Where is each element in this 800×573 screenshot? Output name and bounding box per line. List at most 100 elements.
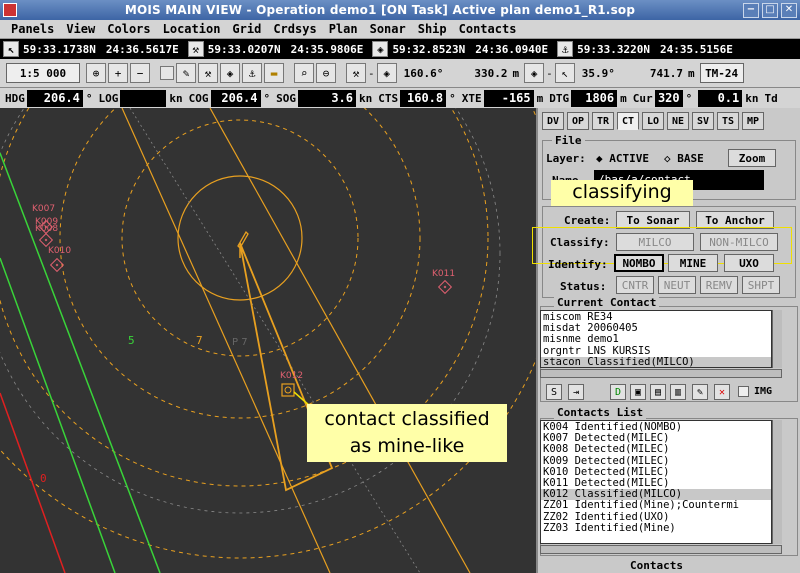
cur-speed: 0.1	[698, 89, 743, 107]
delete-x-icon[interactable]: ✕	[714, 384, 730, 400]
status-cntr-button[interactable]: CNTR	[616, 276, 654, 294]
status-shpt-button[interactable]: SHPT	[742, 276, 780, 294]
status-remv-button[interactable]: REMV	[700, 276, 738, 294]
ship-icon[interactable]: ⚒	[187, 41, 204, 57]
menu-grid[interactable]: Grid	[232, 22, 261, 36]
menu-panels[interactable]: Panels	[11, 22, 54, 36]
panel-tabs: DV OP TR CT LO NE SV TS MP	[542, 112, 767, 130]
menu-colors[interactable]: Colors	[107, 22, 150, 36]
anchor-lon: 24:35.5156E	[660, 42, 733, 56]
cursor-lon: 24:36.5617E	[105, 42, 179, 56]
close-button[interactable]: ✕	[781, 2, 797, 18]
range-1-unit: m	[512, 66, 520, 80]
k012-marker-dot	[284, 386, 292, 394]
current-contact-scrollbar[interactable]	[772, 310, 782, 368]
layer-label: Layer:	[546, 152, 586, 165]
milco-button[interactable]: MILCO	[616, 233, 694, 251]
cog-label: COG	[188, 91, 209, 105]
layer-base-radio[interactable]: ◇ BASE	[664, 152, 704, 165]
tm-selector[interactable]: TM-24	[699, 63, 744, 83]
sog-unit: kn	[359, 91, 373, 105]
scale-selector[interactable]: 1:5 000	[6, 63, 80, 83]
search-zoom-icon[interactable]: ⌕	[294, 63, 314, 83]
mine-button[interactable]: MINE	[668, 254, 718, 272]
toolbar: 1:5 000 ⊕ + − ✎ ⚒ ◈ ⚓ ▬ ⌕ ⊖ ⚒ - ◈ 160.6°…	[0, 59, 800, 88]
cursor-arrow-icon[interactable]: ↖	[3, 41, 19, 57]
pencil-icon[interactable]: ✎	[176, 63, 196, 83]
target-bearing-icon[interactable]: ◈	[376, 63, 397, 83]
contact-row-k008[interactable]: K008 Detected(MILEC)	[541, 444, 771, 455]
menu-ship[interactable]: Ship	[418, 22, 447, 36]
zoom-out-icon[interactable]: −	[130, 63, 150, 83]
s-list-icon[interactable]: S	[546, 384, 562, 400]
target-lat: 59:32.8523N	[392, 42, 466, 56]
menu-sonar[interactable]: Sonar	[370, 22, 406, 36]
contacts-list-hscrollbar[interactable]	[540, 545, 782, 554]
cur-direction: 320	[654, 89, 683, 107]
cursor-position: ↖ 59:33.1738N 24:36.5617E	[0, 39, 179, 59]
ship-position: ⚒ 59:33.0207N 24:35.9806E	[185, 39, 363, 59]
uxo-button[interactable]: UXO	[724, 254, 774, 272]
folder-icon[interactable]: ▤	[650, 384, 666, 400]
document-d-icon[interactable]: D	[610, 384, 626, 400]
range-1: 330.2	[474, 66, 508, 80]
tab-tr[interactable]: TR	[592, 112, 614, 130]
menu-plan[interactable]: Plan	[329, 22, 358, 36]
img-checkbox[interactable]	[738, 386, 749, 397]
dtg-value: 1806	[571, 89, 618, 107]
tab-op[interactable]: OP	[567, 112, 589, 130]
folder-up-icon[interactable]: ▥	[670, 384, 686, 400]
target-bearing-2-icon[interactable]: ◈	[524, 63, 545, 83]
contacts-list-scrollbar[interactable]	[772, 420, 782, 544]
menu-view[interactable]: View	[66, 22, 95, 36]
zoom-in-icon[interactable]: +	[108, 63, 128, 83]
menu-contacts[interactable]: Contacts	[459, 22, 517, 36]
minimize-button[interactable]: −	[743, 2, 759, 18]
cog-value: 206.4	[210, 89, 261, 107]
td-label: Td	[764, 91, 778, 105]
cursor-bearing-icon[interactable]: ↖	[554, 63, 575, 83]
layer-active-radio[interactable]: ◆ ACTIVE	[596, 152, 649, 165]
layer-checkbox[interactable]	[160, 66, 174, 80]
anchor-tool-icon[interactable]: ⚓	[242, 63, 262, 83]
hdg-degree: °	[85, 91, 93, 105]
tab-ne[interactable]: NE	[667, 112, 689, 130]
anchor-icon[interactable]: ⚓	[557, 41, 574, 57]
nombo-button[interactable]: NOMBO	[614, 254, 664, 272]
red-boundary-line	[0, 392, 66, 573]
ship-track-icon[interactable]: ⚒	[198, 63, 218, 83]
identify-label: Identify:	[548, 258, 608, 271]
chart-map-view[interactable]: P 7 5 7 0 K007 K009 K008 K010 K011 K012 …	[0, 108, 536, 573]
maximize-button[interactable]: □	[762, 2, 778, 18]
zoom-fit-icon[interactable]: ⊕	[86, 63, 106, 83]
non-milco-button[interactable]: NON-MILCO	[700, 233, 778, 251]
edit-pencil-icon[interactable]: ✎	[692, 384, 708, 400]
contact-row-zz03[interactable]: ZZ03 Identified(Mine)	[541, 522, 771, 534]
tab-lo[interactable]: LO	[642, 112, 664, 130]
map-canvas[interactable]: P 7	[0, 108, 536, 573]
menu-location[interactable]: Location	[163, 22, 221, 36]
ship-lat: 59:33.0207N	[207, 42, 281, 56]
menu-crdsys[interactable]: Crdsys	[273, 22, 316, 36]
waypoint-icon[interactable]: ◈	[220, 63, 240, 83]
ship-bearing-icon[interactable]: ⚒	[346, 63, 366, 83]
diamond-target-icon[interactable]: ◈	[372, 41, 389, 57]
current-contact-row: misnme demo1	[543, 333, 619, 346]
tab-mp[interactable]: MP	[742, 112, 764, 130]
status-neut-button[interactable]: NEUT	[658, 276, 696, 294]
image-icon[interactable]: ▣	[630, 384, 646, 400]
tab-ct[interactable]: CT	[617, 112, 639, 130]
tab-sv[interactable]: SV	[692, 112, 714, 130]
boat-icon[interactable]: ▬	[264, 63, 284, 83]
zoom-button[interactable]: Zoom	[728, 149, 776, 167]
contacts-list[interactable]: K004 Identified(NOMBO) K007 Detected(MIL…	[540, 420, 772, 544]
tab-dv[interactable]: DV	[542, 112, 564, 130]
current-contact-list[interactable]: miscom RE34 misdat 20060405 misnme demo1…	[540, 310, 772, 368]
grid-number-7: 7	[196, 334, 203, 347]
link-arrow-icon[interactable]: ⇥	[568, 384, 584, 400]
tab-ts[interactable]: TS	[717, 112, 739, 130]
current-contact-hscrollbar[interactable]	[540, 369, 782, 378]
contact-row-zz02[interactable]: ZZ02 Identified(UXO)	[541, 511, 771, 523]
zoom-area-icon[interactable]: ⊖	[316, 63, 336, 83]
contact-row-zz01[interactable]: ZZ01 Identified(Mine);Countermi	[541, 500, 771, 511]
